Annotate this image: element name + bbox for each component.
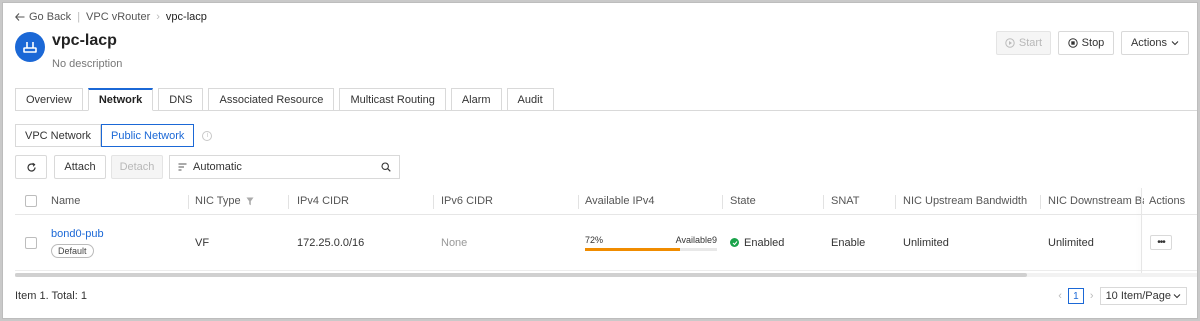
breadcrumb-divider: | xyxy=(77,11,81,23)
available-ipv4-cell: 72% Available9 xyxy=(585,215,717,270)
col-upstream-bandwidth[interactable]: NIC Upstream Bandwidth xyxy=(903,188,1027,214)
filter-icon[interactable] xyxy=(246,197,254,206)
progress-fill xyxy=(585,247,681,251)
refresh-icon xyxy=(26,162,36,172)
upstream-value: Unlimited xyxy=(903,236,949,249)
pagination: ‹ 1 › 10 Item/Page xyxy=(1058,287,1187,305)
more-actions-button[interactable]: ••• xyxy=(1150,235,1172,250)
column-divider xyxy=(433,195,434,209)
nic-type-value: VF xyxy=(195,236,210,249)
snat-value: Enable xyxy=(831,236,866,249)
tab-overview[interactable]: Overview xyxy=(15,88,83,111)
router-avatar xyxy=(15,32,45,62)
progress-track xyxy=(585,247,717,251)
page-description: No description xyxy=(52,58,123,70)
col-name[interactable]: Name xyxy=(51,188,80,214)
column-divider xyxy=(823,195,824,209)
stop-circle-icon xyxy=(1067,38,1078,48)
column-divider xyxy=(895,195,896,209)
breadcrumb-current: vpc-lacp xyxy=(165,11,207,23)
column-divider xyxy=(1040,195,1041,209)
attach-button[interactable]: Attach xyxy=(54,155,106,179)
column-divider xyxy=(578,195,579,209)
default-badge: Default xyxy=(51,243,94,258)
tab-alarm[interactable]: Alarm xyxy=(450,88,502,111)
tab-associated-resource[interactable]: Associated Resource xyxy=(208,88,335,111)
state-cell: Enabled xyxy=(730,215,784,270)
breadcrumb: Go Back | VPC vRouter › vpc-lacp xyxy=(15,11,207,23)
available-ipv4-progress: 72% Available9 xyxy=(585,235,717,251)
router-icon xyxy=(23,42,37,53)
col-available-ipv4[interactable]: Available IPv4 xyxy=(585,188,655,214)
col-snat[interactable]: SNAT xyxy=(831,188,860,214)
col-nic-type[interactable]: NIC Type xyxy=(195,188,254,214)
row-actions-cell: ••• xyxy=(1150,215,1172,270)
row-checkbox[interactable] xyxy=(25,236,37,249)
search-icon[interactable] xyxy=(381,162,391,172)
column-divider xyxy=(288,195,289,209)
check-circle-icon xyxy=(730,238,739,247)
col-nic-type-label: NIC Type xyxy=(195,195,241,207)
stop-label: Stop xyxy=(1081,37,1105,49)
detach-button[interactable]: Detach xyxy=(111,155,163,179)
go-back-label: Go Back xyxy=(29,11,72,23)
table-header: Name NIC Type IPv4 CIDR IPv6 CIDR Availa… xyxy=(15,188,1197,215)
table-row: bond0-pub Default VF 172.25.0.0/16 None … xyxy=(15,215,1197,271)
go-back-link[interactable]: Go Back xyxy=(15,11,71,23)
filter-lines-icon xyxy=(178,163,187,171)
col-ipv4-cidr[interactable]: IPv4 CIDR xyxy=(297,188,349,214)
refresh-button[interactable] xyxy=(15,155,47,179)
column-divider xyxy=(722,195,723,209)
ipv4-cidr-value: 172.25.0.0/16 xyxy=(297,236,365,249)
horizontal-scrollbar[interactable] xyxy=(15,273,1027,277)
search-filter-input[interactable]: Automatic xyxy=(169,155,400,179)
chevron-down-icon xyxy=(1171,41,1179,46)
available-percent: 72% xyxy=(585,234,604,245)
actions-label: Actions xyxy=(1130,37,1168,49)
tab-network[interactable]: Network xyxy=(87,88,154,111)
ipv6-cidr-value: None xyxy=(441,236,468,249)
nic-table: Name NIC Type IPv4 CIDR IPv6 CIDR Availa… xyxy=(15,188,1197,274)
arrow-left-icon xyxy=(15,13,25,21)
available-count: Available9 xyxy=(675,234,717,245)
stop-button[interactable]: Stop xyxy=(1058,31,1114,55)
network-type-switch: VPC Network Public Network i xyxy=(15,124,213,147)
filter-value: Automatic xyxy=(193,161,242,173)
actions-dropdown[interactable]: Actions xyxy=(1121,31,1189,55)
col-ipv6-cidr[interactable]: IPv6 CIDR xyxy=(441,188,493,214)
state-value: Enabled xyxy=(744,236,785,249)
tab-multicast-routing[interactable]: Multicast Routing xyxy=(339,88,446,111)
next-page-icon[interactable]: › xyxy=(1090,290,1094,302)
row-select-cell xyxy=(25,215,37,270)
downstream-value: Unlimited xyxy=(1048,236,1094,249)
nic-name-link[interactable]: bond0-pub xyxy=(51,228,104,240)
total-count: Item 1. Total: 1 xyxy=(15,290,87,302)
prev-page-icon[interactable]: ‹ xyxy=(1058,290,1062,302)
page-size-label: 10 Item/Page xyxy=(1105,290,1171,302)
tab-dns[interactable]: DNS xyxy=(158,88,204,111)
page-size-select[interactable]: 10 Item/Page xyxy=(1099,287,1187,305)
select-all-checkbox[interactable] xyxy=(25,195,37,207)
start-label: Start xyxy=(1018,37,1043,49)
page-title: vpc-lacp xyxy=(52,32,117,49)
chevron-down-icon xyxy=(1173,294,1181,299)
col-downstream-bandwidth[interactable]: NIC Downstream Ban xyxy=(1048,188,1144,214)
page-frame: Go Back | VPC vRouter › vpc-lacp vpc-lac… xyxy=(2,2,1198,319)
start-button[interactable]: Start xyxy=(996,31,1051,55)
actions-column-shadow xyxy=(1141,188,1142,274)
tab-audit[interactable]: Audit xyxy=(506,88,554,111)
select-all-cell xyxy=(25,188,37,214)
vpc-network-option[interactable]: VPC Network xyxy=(15,124,102,147)
tab-bar: Overview Network DNS Associated Resource… xyxy=(15,88,554,111)
name-cell: bond0-pub Default xyxy=(51,215,104,270)
page-number[interactable]: 1 xyxy=(1067,288,1084,304)
public-network-option[interactable]: Public Network xyxy=(101,124,195,147)
col-actions: Actions xyxy=(1149,195,1186,207)
info-icon[interactable]: i xyxy=(202,130,213,141)
chevron-right-icon: › xyxy=(156,11,160,23)
play-circle-icon xyxy=(1005,38,1015,48)
col-state[interactable]: State xyxy=(730,188,756,214)
column-divider xyxy=(188,195,189,209)
breadcrumb-parent[interactable]: VPC vRouter xyxy=(86,11,150,23)
